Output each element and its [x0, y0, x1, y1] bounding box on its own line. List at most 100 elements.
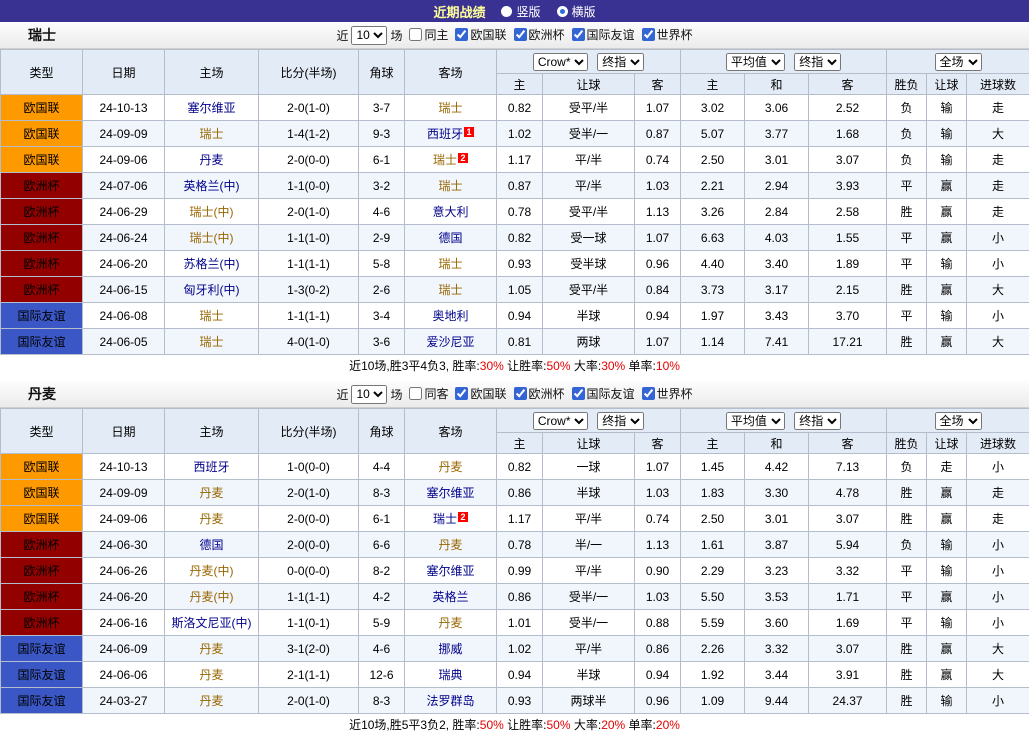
filter-checkbox-1[interactable]: 欧国联: [455, 26, 506, 43]
odds-company-select[interactable]: Crow*: [533, 412, 588, 430]
match-score[interactable]: 3-1(2-0): [259, 636, 359, 662]
fulltime-select[interactable]: 全场: [935, 53, 982, 71]
match-score[interactable]: 1-1(1-0): [259, 225, 359, 251]
checkbox-input[interactable]: [642, 387, 655, 400]
home-team[interactable]: 丹麦: [165, 506, 259, 532]
away-team[interactable]: 塞尔维亚: [405, 558, 497, 584]
checkbox-input[interactable]: [409, 387, 422, 400]
games-count-select[interactable]: 10: [351, 26, 387, 45]
away-team[interactable]: 丹麦: [405, 454, 497, 480]
match-score[interactable]: 1-3(0-2): [259, 277, 359, 303]
checkbox-input[interactable]: [514, 387, 527, 400]
away-team[interactable]: 法罗群岛: [405, 688, 497, 714]
filter-checkbox-0[interactable]: 同主: [409, 26, 448, 43]
radio-icon[interactable]: [557, 6, 568, 17]
avg-select[interactable]: 平均值: [726, 412, 785, 430]
away-team[interactable]: 挪威: [405, 636, 497, 662]
checkbox-input[interactable]: [572, 387, 585, 400]
avg-select[interactable]: 平均值: [726, 53, 785, 71]
checkbox-input[interactable]: [409, 28, 422, 41]
filter-checkbox-1[interactable]: 欧国联: [455, 385, 506, 402]
match-score[interactable]: 1-1(0-0): [259, 173, 359, 199]
away-team[interactable]: 西班牙1: [405, 121, 497, 147]
filter-checkbox-2[interactable]: 欧洲杯: [514, 26, 565, 43]
filter-checkbox-4[interactable]: 世界杯: [642, 26, 693, 43]
match-score[interactable]: 2-0(0-0): [259, 532, 359, 558]
match-score[interactable]: 2-0(1-0): [259, 199, 359, 225]
checkbox-input[interactable]: [642, 28, 655, 41]
match-score[interactable]: 2-0(0-0): [259, 147, 359, 173]
away-team[interactable]: 瑞士: [405, 173, 497, 199]
match-score[interactable]: 1-1(1-1): [259, 251, 359, 277]
away-team[interactable]: 瑞士: [405, 251, 497, 277]
home-team[interactable]: 丹麦: [165, 688, 259, 714]
away-team[interactable]: 德国: [405, 225, 497, 251]
layout-horizontal-radio[interactable]: 横版: [557, 3, 596, 20]
odds-stage-select[interactable]: 终指: [597, 412, 644, 430]
home-team[interactable]: 瑞士: [165, 329, 259, 355]
radio-label[interactable]: 横版: [572, 3, 596, 20]
home-team[interactable]: 瑞士(中): [165, 199, 259, 225]
odds-stage-select[interactable]: 终指: [597, 53, 644, 71]
home-team[interactable]: 苏格兰(中): [165, 251, 259, 277]
home-team[interactable]: 斯洛文尼亚(中): [165, 610, 259, 636]
home-team[interactable]: 丹麦(中): [165, 584, 259, 610]
away-team[interactable]: 丹麦: [405, 532, 497, 558]
away-team[interactable]: 塞尔维亚: [405, 480, 497, 506]
away-team[interactable]: 瑞典: [405, 662, 497, 688]
radio-label[interactable]: 竖版: [516, 3, 540, 20]
avg-stage-select[interactable]: 终指: [794, 412, 841, 430]
match-score[interactable]: 4-0(1-0): [259, 329, 359, 355]
match-score[interactable]: 1-1(1-1): [259, 584, 359, 610]
odds-company-select[interactable]: Crow*: [533, 53, 588, 71]
away-team[interactable]: 英格兰: [405, 584, 497, 610]
filter-checkbox-2[interactable]: 欧洲杯: [514, 385, 565, 402]
match-score[interactable]: 1-1(1-1): [259, 303, 359, 329]
checkbox-input[interactable]: [514, 28, 527, 41]
home-team[interactable]: 匈牙利(中): [165, 277, 259, 303]
layout-vertical-radio[interactable]: 竖版: [501, 3, 540, 20]
checkbox-input[interactable]: [572, 28, 585, 41]
checkbox-input[interactable]: [455, 387, 468, 400]
away-team[interactable]: 意大利: [405, 199, 497, 225]
away-team[interactable]: 瑞士: [405, 277, 497, 303]
home-team[interactable]: 西班牙: [165, 454, 259, 480]
home-team[interactable]: 塞尔维亚: [165, 95, 259, 121]
match-score[interactable]: 2-0(1-0): [259, 480, 359, 506]
avg-stage-select[interactable]: 终指: [794, 53, 841, 71]
away-team[interactable]: 丹麦: [405, 610, 497, 636]
filter-checkbox-0[interactable]: 同客: [409, 385, 448, 402]
home-team[interactable]: 德国: [165, 532, 259, 558]
filter-checkbox-4[interactable]: 世界杯: [642, 385, 693, 402]
match-score[interactable]: 1-0(0-0): [259, 454, 359, 480]
away-team[interactable]: 瑞士: [405, 95, 497, 121]
match-row: 欧国联 24-10-13 西班牙 1-0(0-0) 4-4 丹麦 0.82 一球…: [1, 454, 1029, 480]
home-team[interactable]: 丹麦: [165, 636, 259, 662]
match-score[interactable]: 1-1(0-1): [259, 610, 359, 636]
home-team[interactable]: 丹麦: [165, 480, 259, 506]
home-team[interactable]: 瑞士(中): [165, 225, 259, 251]
home-team[interactable]: 丹麦(中): [165, 558, 259, 584]
filter-checkbox-3[interactable]: 国际友谊: [572, 26, 635, 43]
match-score[interactable]: 2-0(1-0): [259, 688, 359, 714]
match-score[interactable]: 2-0(0-0): [259, 506, 359, 532]
home-team[interactable]: 瑞士: [165, 121, 259, 147]
match-score[interactable]: 1-4(1-2): [259, 121, 359, 147]
radio-icon[interactable]: [501, 6, 512, 17]
home-team[interactable]: 瑞士: [165, 303, 259, 329]
fulltime-select[interactable]: 全场: [935, 412, 982, 430]
checkbox-input[interactable]: [455, 28, 468, 41]
home-team[interactable]: 丹麦: [165, 147, 259, 173]
away-team[interactable]: 奥地利: [405, 303, 497, 329]
home-team[interactable]: 丹麦: [165, 662, 259, 688]
away-team[interactable]: 瑞士2: [405, 506, 497, 532]
home-team[interactable]: 英格兰(中): [165, 173, 259, 199]
match-score[interactable]: 2-1(1-1): [259, 662, 359, 688]
filter-checkbox-3[interactable]: 国际友谊: [572, 385, 635, 402]
games-count-select[interactable]: 10: [351, 385, 387, 404]
result-handicap: 输: [927, 95, 967, 121]
match-score[interactable]: 2-0(1-0): [259, 95, 359, 121]
match-score[interactable]: 0-0(0-0): [259, 558, 359, 584]
away-team[interactable]: 爱沙尼亚: [405, 329, 497, 355]
away-team[interactable]: 瑞士2: [405, 147, 497, 173]
